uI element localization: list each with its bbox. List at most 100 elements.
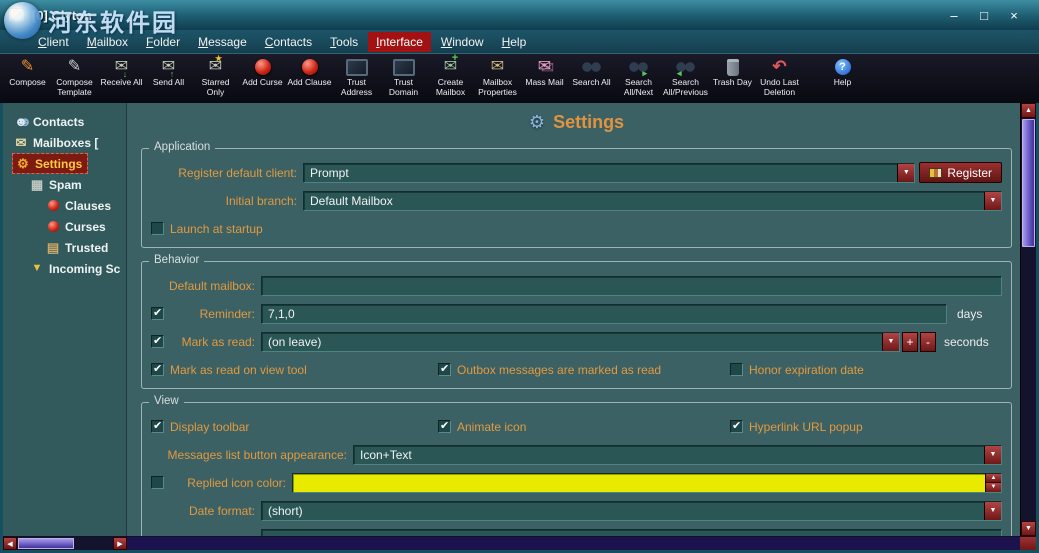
receive-all-icon: ✉ xyxy=(115,57,128,77)
add-curse-icon xyxy=(255,57,271,77)
dropdown-arrow-icon[interactable] xyxy=(984,192,1001,210)
toolbar-button-trash-day[interactable]: Trash Day xyxy=(709,57,756,88)
toolbar-label: Mailbox Properties xyxy=(474,78,521,97)
date-format-select[interactable]: (short) xyxy=(261,501,1002,521)
dropdown-arrow-icon[interactable] xyxy=(897,164,914,182)
display-toolbar-checkbox[interactable] xyxy=(151,420,164,433)
mark-read-view-tool-checkbox[interactable] xyxy=(151,363,164,376)
sidebar-item-clauses[interactable]: Clauses xyxy=(3,195,126,216)
sidebar-item-settings[interactable]: ⚙ Settings xyxy=(3,153,126,174)
outbox-marked-read-checkbox[interactable] xyxy=(438,363,451,376)
sidebar-item-label: Contacts xyxy=(33,115,84,129)
increment-button[interactable]: + xyxy=(902,332,918,352)
toolbar-button-search-all[interactable]: Search All xyxy=(568,57,615,88)
vertical-scrollbar-track[interactable] xyxy=(1021,248,1036,521)
toolbar-label: Mass Mail xyxy=(525,78,563,88)
dropdown-arrow-icon[interactable] xyxy=(984,502,1001,520)
toolbar-button-send-all[interactable]: ✉ Send All xyxy=(145,57,192,88)
sidebar-item-curses[interactable]: Curses xyxy=(3,216,126,237)
minimize-button[interactable]: – xyxy=(945,8,963,23)
menu-folder[interactable]: Folder xyxy=(138,32,188,52)
toolbar-button-undo-last-deletion[interactable]: ↶ Undo Last Deletion xyxy=(756,57,803,97)
horizontal-scrollbar-track[interactable] xyxy=(75,537,113,550)
maximize-button[interactable]: □ xyxy=(975,8,993,23)
sidebar-item-contacts[interactable]: ☻ Contacts xyxy=(3,111,126,132)
trust-domain-icon xyxy=(393,57,415,77)
toolbar-label: Trust Domain xyxy=(380,78,427,97)
vertical-scrollbar[interactable]: ▲ ▼ xyxy=(1020,103,1036,536)
bottom-strip: ◀ ▶ xyxy=(3,536,1036,550)
menu-help[interactable]: Help xyxy=(494,32,535,52)
scroll-down-icon[interactable]: ▼ xyxy=(1021,521,1036,536)
scroll-up-icon[interactable]: ▲ xyxy=(1021,103,1036,118)
view-group-label: View xyxy=(149,395,184,407)
register-default-client-select[interactable]: Prompt xyxy=(303,163,915,183)
color-spinner[interactable]: ▲ ▼ xyxy=(985,474,1001,492)
scroll-left-icon[interactable]: ◀ xyxy=(3,537,17,550)
toolbar-button-search-all-previous[interactable]: Search All/Previous xyxy=(662,57,709,97)
toolbar-button-compose-template[interactable]: ✎ Compose Template xyxy=(51,57,98,97)
horizontal-scrollbar-thumb[interactable] xyxy=(18,538,74,549)
toolbar-button-mass-mail[interactable]: ✉ Mass Mail xyxy=(521,57,568,88)
search-all-previous-icon xyxy=(676,57,695,77)
scroll-right-icon[interactable]: ▶ xyxy=(113,537,127,550)
initial-branch-select[interactable]: Default Mailbox xyxy=(303,191,1002,211)
dropdown-arrow-icon[interactable] xyxy=(984,446,1001,464)
toolbar-button-add-curse[interactable]: Add Curse xyxy=(239,57,286,88)
menu-tools[interactable]: Tools xyxy=(322,32,366,52)
toolbar-button-add-clause[interactable]: Add Clause xyxy=(286,57,333,88)
default-mailbox-value xyxy=(262,277,1001,295)
toolbar-button-receive-all[interactable]: ✉ Receive All xyxy=(98,57,145,88)
menu-contacts[interactable]: Contacts xyxy=(257,32,320,52)
menu-message[interactable]: Message xyxy=(190,32,255,52)
default-mailbox-label: Default mailbox: xyxy=(151,279,255,293)
appearance-select[interactable]: Icon+Text xyxy=(353,445,1002,465)
display-toolbar-label: Display toolbar xyxy=(170,420,249,434)
date-format-label: Date format: xyxy=(151,504,255,518)
outbox-marked-read-label: Outbox messages are marked as read xyxy=(457,363,661,377)
mark-as-read-select[interactable]: (on leave) xyxy=(261,332,900,352)
toolbar-button-compose[interactable]: ✎ Compose xyxy=(4,57,51,88)
menu-window[interactable]: Window xyxy=(433,32,492,52)
menu-client[interactable]: Client xyxy=(30,32,77,52)
menu-interface[interactable]: Interface xyxy=(368,32,431,52)
mark-as-read-row: Mark as read: (on leave) + - seconds xyxy=(151,331,1002,352)
toolbar-button-trust-address[interactable]: Trust Address xyxy=(333,57,380,97)
toolbar-button-create-mailbox[interactable]: ✉ Create Mailbox xyxy=(427,57,474,97)
toolbar-button-mailbox-properties[interactable]: ✉ Mailbox Properties xyxy=(474,57,521,97)
toolbar-button-trust-domain[interactable]: Trust Domain xyxy=(380,57,427,97)
toolbar-label: Compose Template xyxy=(51,78,98,97)
toolbar-button-starred-only[interactable]: ✉ Starred Only xyxy=(192,57,239,97)
launch-at-startup-checkbox[interactable] xyxy=(151,222,164,235)
sidebar-item-label: Curses xyxy=(65,220,106,234)
decrement-button[interactable]: - xyxy=(920,332,936,352)
spinner-up-icon[interactable]: ▲ xyxy=(986,474,1001,483)
close-button[interactable]: × xyxy=(1005,8,1023,23)
hyperlink-popup-label: Hyperlink URL popup xyxy=(749,420,863,434)
replied-color-value xyxy=(293,474,985,492)
replied-color-swatch[interactable]: ▲ ▼ xyxy=(292,473,1002,493)
reminder-checkbox[interactable] xyxy=(151,307,164,320)
hyperlink-popup-checkbox[interactable] xyxy=(730,420,743,433)
register-button[interactable]: Register xyxy=(919,162,1002,183)
sidebar-item-mailboxes[interactable]: ✉ Mailboxes [ xyxy=(3,132,126,153)
dropdown-arrow-icon[interactable] xyxy=(882,333,899,351)
animate-icon-checkbox[interactable] xyxy=(438,420,451,433)
page-header: ⚙ Settings xyxy=(141,109,1012,135)
menu-mailbox[interactable]: Mailbox xyxy=(79,32,136,52)
toolbar-button-help[interactable]: Help xyxy=(819,57,866,88)
replied-color-checkbox[interactable] xyxy=(151,476,164,489)
reminder-input[interactable]: 7,1,0 xyxy=(261,304,947,324)
settings-header-icon: ⚙ xyxy=(529,112,545,133)
spinner-down-icon[interactable]: ▼ xyxy=(986,482,1001,492)
default-mailbox-input[interactable] xyxy=(261,276,1002,296)
vertical-scrollbar-thumb[interactable] xyxy=(1022,119,1035,247)
sidebar-item-incoming[interactable]: ▼ Incoming Sc xyxy=(3,258,126,279)
sidebar-item-spam[interactable]: ▦ Spam xyxy=(3,174,126,195)
clipped-field[interactable] xyxy=(261,529,1002,537)
honor-expiration-checkbox[interactable] xyxy=(730,363,743,376)
mark-as-read-checkbox[interactable] xyxy=(151,335,164,348)
horizontal-scrollbar[interactable]: ◀ ▶ xyxy=(3,537,127,550)
toolbar-button-search-all-next[interactable]: Search All/Next xyxy=(615,57,662,97)
sidebar-item-trusted[interactable]: ▤ Trusted xyxy=(3,237,126,258)
